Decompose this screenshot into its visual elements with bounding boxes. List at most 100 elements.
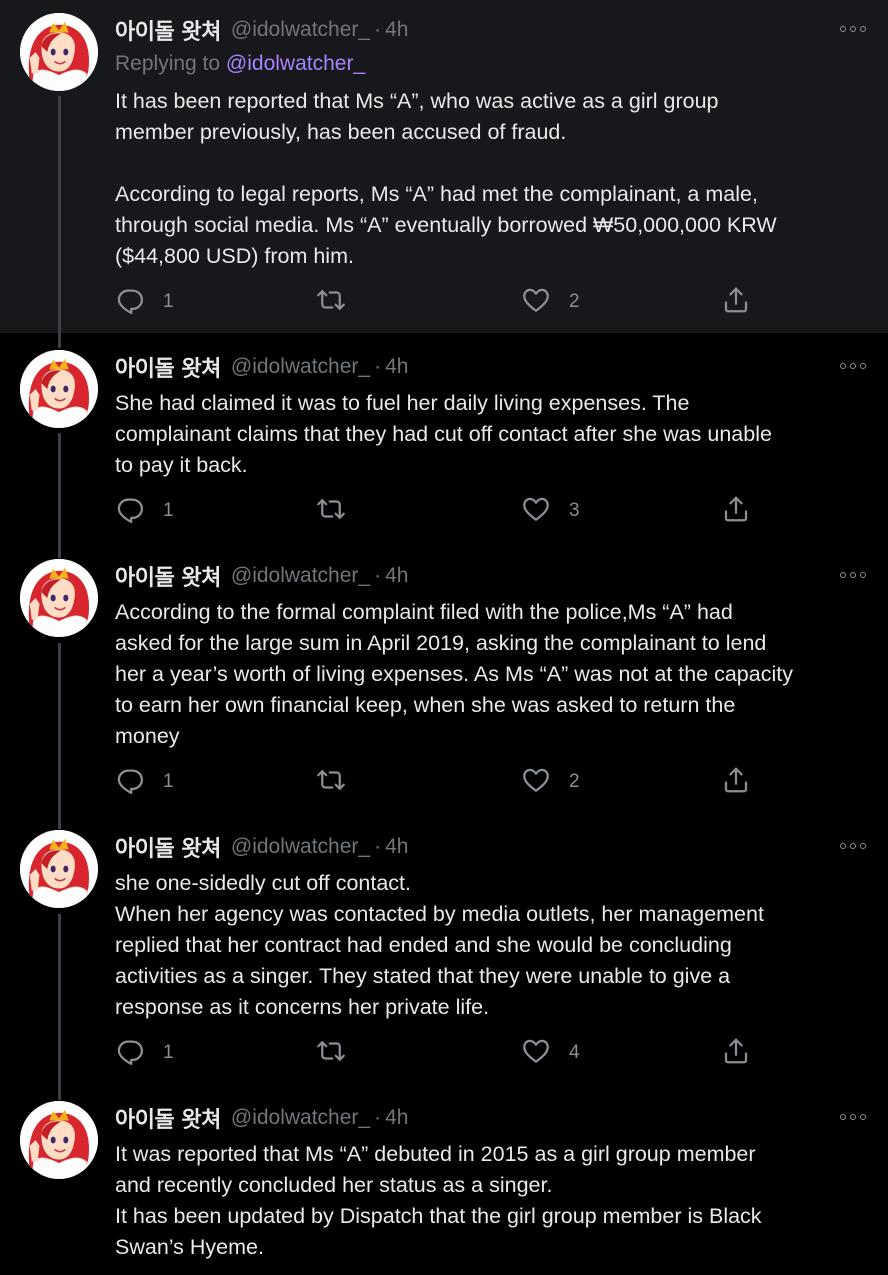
share-button[interactable] bbox=[721, 767, 751, 797]
avatar[interactable] bbox=[20, 1101, 98, 1179]
text-line: complainant claims that they had cut off… bbox=[115, 422, 772, 446]
timestamp[interactable]: 4h bbox=[385, 564, 408, 588]
replying-mention-link[interactable]: @idolwatcher_ bbox=[226, 52, 365, 75]
like-count: 3 bbox=[569, 500, 580, 521]
like-count: 2 bbox=[569, 771, 580, 792]
thread-connector bbox=[58, 914, 61, 1094]
reply-icon bbox=[115, 765, 145, 800]
timestamp[interactable]: 4h bbox=[385, 18, 408, 42]
text-line: ($44,800 USD) from him. bbox=[115, 244, 354, 268]
text-line: she one-sidedly cut off contact. bbox=[115, 871, 412, 895]
more-icon[interactable] bbox=[840, 354, 866, 378]
like-button[interactable]: 3 bbox=[521, 496, 580, 526]
timestamp[interactable]: 4h bbox=[385, 1106, 408, 1130]
user-handle[interactable]: @idolwatcher_ bbox=[231, 835, 370, 859]
tweet-text: It has been reported that Ms “A”, who wa… bbox=[115, 86, 875, 272]
tweet-text: She had claimed it was to fuel her daily… bbox=[115, 388, 875, 481]
thread-connector-top bbox=[58, 543, 61, 558]
timestamp[interactable]: 4h bbox=[385, 355, 408, 379]
reply-count: 1 bbox=[163, 500, 174, 521]
tweet-2[interactable]: 아이돌 왓쳐 @idolwatcher_ · 4h She had claime… bbox=[0, 333, 888, 551]
share-icon bbox=[721, 494, 751, 529]
text-line: through social media. Ms “A” eventually … bbox=[115, 213, 777, 237]
reply-count: 1 bbox=[163, 1042, 174, 1063]
more-icon[interactable] bbox=[840, 17, 866, 41]
separator-dot: · bbox=[374, 835, 382, 858]
share-button[interactable] bbox=[721, 496, 751, 526]
tweet-3[interactable]: 아이돌 왓쳐 @idolwatcher_ · 4h According to t… bbox=[0, 543, 888, 823]
retweet-icon bbox=[316, 494, 346, 529]
text-line: and recently concluded her status as a s… bbox=[115, 1173, 553, 1197]
thread-connector bbox=[58, 96, 61, 333]
text-line: her a year’s worth of living expenses. A… bbox=[115, 662, 793, 686]
tweet-4[interactable]: 아이돌 왓쳐 @idolwatcher_ · 4h she one-sidedl… bbox=[0, 814, 888, 1094]
heart-icon bbox=[521, 765, 551, 800]
separator-dot: · bbox=[374, 18, 382, 41]
text-line: member previously, has been accused of f… bbox=[115, 120, 567, 144]
separator-dot: · bbox=[374, 564, 382, 587]
more-icon[interactable] bbox=[840, 563, 866, 587]
text-line: money bbox=[115, 724, 180, 748]
tweet-text: It was reported that Ms “A” debuted in 2… bbox=[115, 1139, 875, 1263]
display-name[interactable]: 아이돌 왓쳐 bbox=[115, 831, 221, 863]
text-line: According to legal reports, Ms “A” had m… bbox=[115, 182, 758, 206]
text-line: to pay it back. bbox=[115, 453, 248, 477]
timestamp[interactable]: 4h bbox=[385, 835, 408, 859]
tweet-1[interactable]: 아이돌 왓쳐 @idolwatcher_ · 4h Replying to @i… bbox=[0, 0, 888, 333]
like-count: 2 bbox=[569, 291, 580, 312]
heart-icon bbox=[521, 494, 551, 529]
action-bar: 1 2 bbox=[115, 287, 765, 317]
separator-dot: · bbox=[374, 355, 382, 378]
display-name[interactable]: 아이돌 왓쳐 bbox=[115, 351, 221, 383]
more-icon[interactable] bbox=[840, 834, 866, 858]
avatar[interactable] bbox=[20, 830, 98, 908]
display-name[interactable]: 아이돌 왓쳐 bbox=[115, 1102, 221, 1134]
share-icon bbox=[721, 285, 751, 320]
text-line bbox=[115, 148, 875, 179]
share-button[interactable] bbox=[721, 1038, 751, 1068]
retweet-icon bbox=[316, 765, 346, 800]
more-icon[interactable] bbox=[840, 1105, 866, 1129]
reply-button[interactable]: 1 bbox=[115, 767, 174, 797]
reply-button[interactable]: 1 bbox=[115, 287, 174, 317]
avatar[interactable] bbox=[20, 13, 98, 91]
action-bar: 1 4 bbox=[115, 1038, 765, 1068]
reply-button[interactable]: 1 bbox=[115, 1038, 174, 1068]
display-name[interactable]: 아이돌 왓쳐 bbox=[115, 14, 221, 46]
reply-button[interactable]: 1 bbox=[115, 496, 174, 526]
retweet-button[interactable] bbox=[316, 496, 346, 526]
text-line: According to the formal complaint filed … bbox=[115, 600, 733, 624]
text-line: It has been reported that Ms “A”, who wa… bbox=[115, 89, 719, 113]
like-button[interactable]: 2 bbox=[521, 287, 580, 317]
thread-connector bbox=[58, 433, 61, 551]
thread-connector-top bbox=[58, 814, 61, 829]
text-line: to earn her own financial keep, when she… bbox=[115, 693, 736, 717]
avatar[interactable] bbox=[20, 559, 98, 637]
text-line: activities as a singer. They stated that… bbox=[115, 964, 731, 988]
reply-count: 1 bbox=[163, 771, 174, 792]
retweet-button[interactable] bbox=[316, 287, 346, 317]
retweet-button[interactable] bbox=[316, 767, 346, 797]
user-handle[interactable]: @idolwatcher_ bbox=[231, 1106, 370, 1130]
share-button[interactable] bbox=[721, 287, 751, 317]
user-handle[interactable]: @idolwatcher_ bbox=[231, 355, 370, 379]
heart-icon bbox=[521, 285, 551, 320]
retweet-button[interactable] bbox=[316, 1038, 346, 1068]
text-line: When her agency was contacted by media o… bbox=[115, 902, 764, 926]
text-line: replied that her contract had ended and … bbox=[115, 933, 732, 957]
action-bar: 1 2 bbox=[115, 767, 765, 797]
replying-to: Replying to @idolwatcher_ bbox=[115, 52, 365, 76]
avatar[interactable] bbox=[20, 350, 98, 428]
text-line: Swan’s Hyeme. bbox=[115, 1235, 264, 1259]
like-button[interactable]: 4 bbox=[521, 1038, 580, 1068]
like-button[interactable]: 2 bbox=[521, 767, 580, 797]
share-icon bbox=[721, 1036, 751, 1071]
display-name[interactable]: 아이돌 왓쳐 bbox=[115, 560, 221, 592]
retweet-icon bbox=[316, 1036, 346, 1071]
text-line: She had claimed it was to fuel her daily… bbox=[115, 391, 690, 415]
tweet-5[interactable]: 아이돌 왓쳐 @idolwatcher_ · 4h It was reporte… bbox=[0, 1085, 888, 1275]
heart-icon bbox=[521, 1036, 551, 1071]
reply-count: 1 bbox=[163, 291, 174, 312]
user-handle[interactable]: @idolwatcher_ bbox=[231, 564, 370, 588]
user-handle[interactable]: @idolwatcher_ bbox=[231, 18, 370, 42]
